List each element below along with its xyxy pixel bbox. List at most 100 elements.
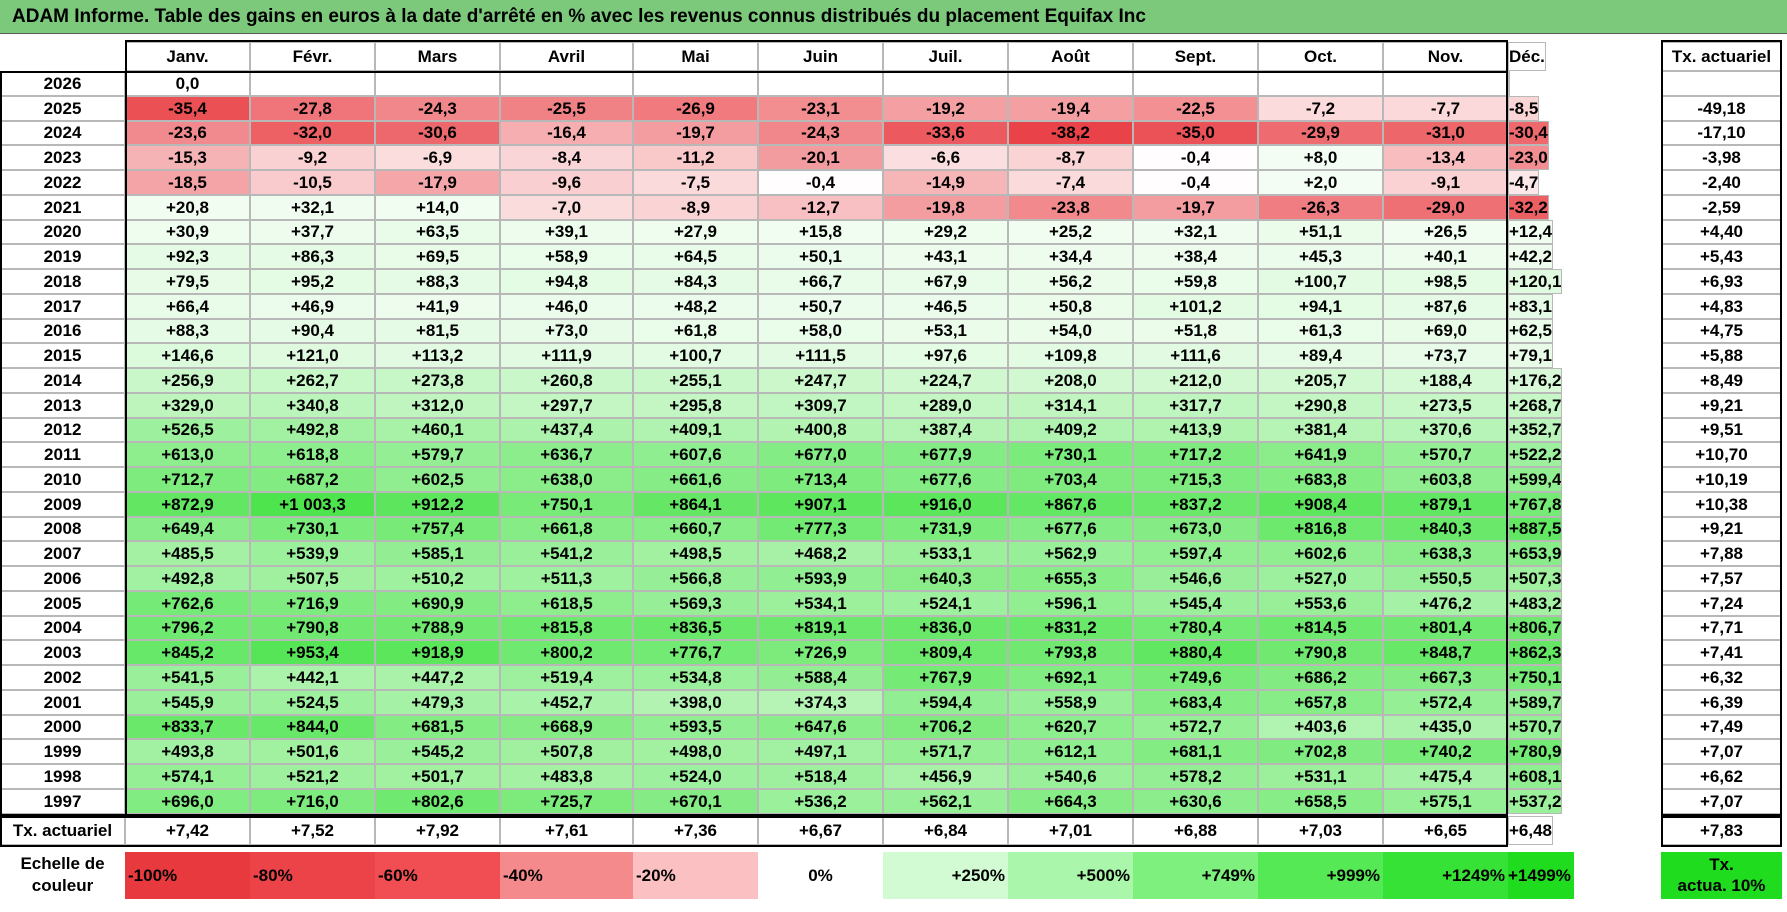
actuarial-rate-cell: -2,59 xyxy=(1661,195,1782,220)
table-cell: +507,8 xyxy=(500,739,633,764)
table-cell: +667,3 xyxy=(1383,665,1508,690)
table-cell: -4,7 xyxy=(1508,170,1540,195)
table-cell: +400,8 xyxy=(758,418,883,442)
table-cell: +46,5 xyxy=(883,294,1008,319)
table-cell xyxy=(1008,71,1133,96)
color-scale-label-line1: Echelle de xyxy=(20,854,105,873)
table-cell: +844,0 xyxy=(250,715,375,739)
month-header: Déc. xyxy=(1508,42,1546,71)
actuarial-rate-cell: +4,75 xyxy=(1661,319,1782,343)
table-cell: +37,7 xyxy=(250,220,375,244)
table-cell: +578,2 xyxy=(1133,764,1258,789)
table-cell: +456,9 xyxy=(883,764,1008,789)
year-label: 2010 xyxy=(0,467,125,492)
table-cell: +522,2 xyxy=(1508,442,1563,467)
table-cell: +387,4 xyxy=(883,418,1008,442)
table-cell: +916,0 xyxy=(883,492,1008,517)
table-cell: +111,9 xyxy=(500,343,633,368)
table-cell: +539,9 xyxy=(250,541,375,566)
table-cell: +66,4 xyxy=(125,294,250,319)
table-cell xyxy=(633,71,758,96)
table-cell: +589,7 xyxy=(1508,690,1563,715)
table-cell: +374,3 xyxy=(758,690,883,715)
table-cell: -30,4 xyxy=(1508,121,1549,145)
table-cell: +692,1 xyxy=(1008,665,1133,690)
table-cell: +630,6 xyxy=(1133,789,1258,814)
table-cell: +588,4 xyxy=(758,665,883,690)
color-scale-swatch: +999% xyxy=(1258,852,1383,899)
target-rate-swatch: Tx. actua. 10% xyxy=(1661,852,1782,899)
table-cell: +767,9 xyxy=(883,665,1008,690)
year-label: 2003 xyxy=(0,640,125,665)
table-cell: -0,4 xyxy=(1133,145,1258,170)
table-cell: +40,1 xyxy=(1383,244,1508,269)
table-cell: -7,2 xyxy=(1258,96,1383,121)
table-cell: +658,5 xyxy=(1258,789,1383,814)
table-cell: +497,1 xyxy=(758,739,883,764)
table-cell: -14,9 xyxy=(883,170,1008,195)
table-cell: +702,8 xyxy=(1258,739,1383,764)
table-cell: +69,5 xyxy=(375,244,500,269)
table-cell: +27,9 xyxy=(633,220,758,244)
table-cell: +51,8 xyxy=(1133,319,1258,343)
table-cell: +801,4 xyxy=(1383,616,1508,640)
table-cell: +661,8 xyxy=(500,517,633,541)
table-cell: +657,8 xyxy=(1258,690,1383,715)
table-cell: +507,5 xyxy=(250,566,375,591)
color-scale-label: Echelle de couleur xyxy=(0,850,125,901)
table-cell: +501,7 xyxy=(375,764,500,789)
year-label: 1998 xyxy=(0,764,125,789)
table-cell: +483,2 xyxy=(1508,591,1563,616)
table-cell: +918,9 xyxy=(375,640,500,665)
table-cell: +224,7 xyxy=(883,368,1008,393)
month-header: Févr. xyxy=(250,42,375,71)
table-cell: +668,9 xyxy=(500,715,633,739)
year-label: 2001 xyxy=(0,690,125,715)
actuarial-rate-cell: +9,21 xyxy=(1661,393,1782,418)
year-label: 2026 xyxy=(0,71,125,96)
table-cell: +677,0 xyxy=(758,442,883,467)
table-cell: -22,5 xyxy=(1133,96,1258,121)
table-cell: +475,4 xyxy=(1383,764,1508,789)
table-cell: +260,8 xyxy=(500,368,633,393)
table-cell: +602,6 xyxy=(1258,541,1383,566)
table-cell: +716,0 xyxy=(250,789,375,814)
table-cell xyxy=(758,71,883,96)
table-cell: +58,0 xyxy=(758,319,883,343)
table-cell: -32,2 xyxy=(1508,195,1549,220)
footer-rate-cell: +7,52 xyxy=(250,816,375,845)
actuarial-rate-cell: +10,19 xyxy=(1661,467,1782,492)
table-cell: +79,1 xyxy=(1508,343,1554,368)
month-header: Nov. xyxy=(1383,42,1508,71)
table-cell: +780,9 xyxy=(1508,739,1563,764)
table-cell: -19,2 xyxy=(883,96,1008,121)
table-cell: +660,7 xyxy=(633,517,758,541)
table-cell: +205,7 xyxy=(1258,368,1383,393)
table-cell: +647,6 xyxy=(758,715,883,739)
table-cell: +111,6 xyxy=(1133,343,1258,368)
table-cell: -19,7 xyxy=(1133,195,1258,220)
table-cell: +558,9 xyxy=(1008,690,1133,715)
table-cell: +468,2 xyxy=(758,541,883,566)
table-cell: +613,0 xyxy=(125,442,250,467)
table-cell: +566,8 xyxy=(633,566,758,591)
table-cell: +757,4 xyxy=(375,517,500,541)
actuarial-rate-cell: +4,83 xyxy=(1661,294,1782,319)
table-cell: +268,7 xyxy=(1508,393,1563,418)
actuarial-rate-cell: +7,88 xyxy=(1661,541,1782,566)
month-header: Oct. xyxy=(1258,42,1383,71)
table-cell: +2,0 xyxy=(1258,170,1383,195)
table-cell: +32,1 xyxy=(1133,220,1258,244)
table-cell: +63,5 xyxy=(375,220,500,244)
table-cell: +317,7 xyxy=(1133,393,1258,418)
table-cell: +312,0 xyxy=(375,393,500,418)
table-cell: +15,8 xyxy=(758,220,883,244)
table-cell: +819,1 xyxy=(758,616,883,640)
table-cell: +545,4 xyxy=(1133,591,1258,616)
table-cell: -9,2 xyxy=(250,145,375,170)
table-cell: +802,6 xyxy=(375,789,500,814)
table-cell: +273,5 xyxy=(1383,393,1508,418)
table-cell: +247,7 xyxy=(758,368,883,393)
table-cell: +545,9 xyxy=(125,690,250,715)
table-cell: +121,0 xyxy=(250,343,375,368)
